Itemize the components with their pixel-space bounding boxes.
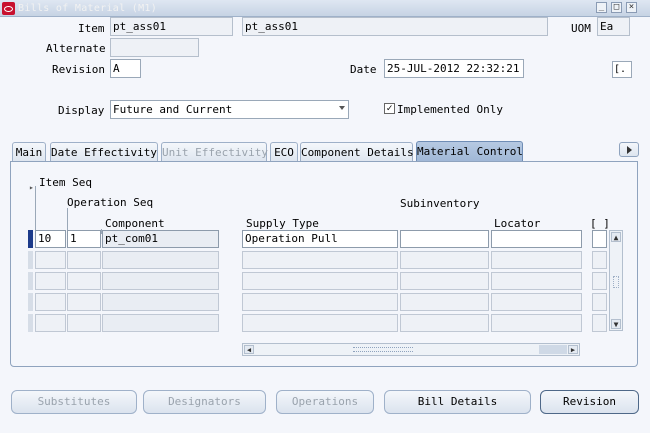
flexfield-cell[interactable] [592,251,607,269]
scroll-left-button[interactable]: ◀ [244,345,254,354]
locator-cell[interactable] [491,230,582,248]
component-cell[interactable] [102,293,219,311]
display-label: Display [58,104,105,117]
descriptive-flexfield[interactable]: [. [612,61,632,78]
arrow-right-icon [626,145,632,154]
horizontal-scroll-track-fill [539,345,567,354]
designators-button[interactable]: Designators [143,390,266,414]
row-indicator[interactable] [28,251,33,269]
scroll-up-button[interactable]: ▲ [611,232,621,242]
flexfield-cell[interactable] [592,293,607,311]
implemented-only-checkbox[interactable]: ✓ [384,103,395,114]
vertical-scrollbar[interactable]: ▲ ▼ [609,230,623,331]
subinventory-cell[interactable] [400,251,489,269]
locator-cell[interactable] [491,314,582,332]
operation-seq-header: Operation Seq [67,196,154,209]
item-seq-cell[interactable] [35,251,66,269]
scroll-thumb[interactable] [613,276,619,288]
scroll-right-button[interactable]: ▶ [568,345,578,354]
uom-field[interactable]: Ea [597,17,630,36]
tab-material-control[interactable]: Material Control [416,141,523,162]
item-field[interactable]: pt_ass01 [110,17,233,36]
window-title: Bills of Material (M1) [18,3,158,14]
date-field[interactable]: 25-JUL-2012 22:32:21 [384,59,524,78]
chevron-down-icon [339,106,345,110]
component-cell[interactable] [102,272,219,290]
subinventory-cell[interactable] [400,314,489,332]
tab-component-details[interactable]: Component Details [300,142,414,162]
subinventory-cell[interactable] [400,272,489,290]
header-guide-line [35,186,36,234]
item-seq-cell[interactable]: 10 [35,230,66,248]
row-indicator[interactable] [28,272,33,290]
component-header: Component [105,217,165,230]
component-cell[interactable] [102,314,219,332]
scroll-down-button[interactable]: ▼ [611,319,621,329]
item-label: Item [78,22,105,35]
supply-type-cell[interactable] [242,251,398,269]
substitutes-button[interactable]: Substitutes [11,390,137,414]
flexfield-cell[interactable] [592,230,607,248]
locator-cell[interactable] [491,272,582,290]
horizontal-scrollbar[interactable]: ◀ ▶ [242,343,580,356]
revision-label: Revision [52,63,105,76]
date-label: Date [350,63,377,76]
bill-details-button[interactable]: Bill Details [384,390,531,414]
subinventory-cell[interactable] [400,293,489,311]
item-seq-cell[interactable] [35,314,66,332]
oracle-app-icon [2,2,15,15]
implemented-only-label: Implemented Only [397,103,503,116]
operation-seq-cell[interactable] [67,272,101,290]
maximize-button[interactable]: □ [611,2,622,13]
tab-unit-effectivity[interactable]: Unit Effectivity [161,142,268,162]
supply-type-header: Supply Type [246,217,319,230]
display-select[interactable]: Future and Current [110,100,349,119]
revision-button[interactable]: Revision [540,390,639,414]
locator-cell[interactable] [491,251,582,269]
row-indicator[interactable] [28,293,33,311]
supply-type-cell[interactable] [242,314,398,332]
minimize-button[interactable]: _ [596,2,607,13]
flexfield-header: [ ] [590,217,610,230]
supply-type-cell[interactable]: Operation Pull [242,230,398,248]
supply-type-cell[interactable] [242,293,398,311]
item-description-field[interactable]: pt_ass01 [242,17,548,36]
component-cell[interactable]: pt_com01 [102,230,219,248]
tab-main[interactable]: Main [12,142,46,162]
tab-date-effectivity[interactable]: Date Effectivity [50,142,158,162]
title-bar: Bills of Material (M1) _ □ × [0,0,650,17]
revision-field[interactable]: A [110,59,141,78]
display-select-value: Future and Current [113,103,233,116]
flexfield-cell[interactable] [592,272,607,290]
item-seq-header: Item Seq [39,176,92,189]
item-seq-cell[interactable] [35,293,66,311]
alternate-label: Alternate [46,42,106,55]
subinventory-header: Subinventory [400,197,480,210]
flexfield-cell[interactable] [592,314,607,332]
horizontal-scroll-thumb[interactable] [353,347,413,352]
uom-label: UOM [571,22,591,35]
operation-seq-cell[interactable]: 1 [67,230,101,248]
item-seq-cell[interactable] [35,272,66,290]
close-button[interactable]: × [626,2,637,13]
supply-type-cell[interactable] [242,272,398,290]
locator-cell[interactable] [491,293,582,311]
tab-eco[interactable]: ECO [270,142,298,162]
operation-seq-cell[interactable] [67,251,101,269]
subinventory-cell[interactable] [400,230,489,248]
operation-seq-cell[interactable] [67,293,101,311]
row-indicator[interactable] [28,230,33,248]
operations-button[interactable]: Operations [276,390,374,414]
operation-seq-cell[interactable] [67,314,101,332]
locator-header: Locator [494,217,541,230]
record-indicator-icon: ▸ [29,183,34,192]
component-cell[interactable] [102,251,219,269]
row-indicator[interactable] [28,314,33,332]
tab-scroll-right-button[interactable] [619,142,639,157]
alternate-field[interactable] [110,38,199,57]
